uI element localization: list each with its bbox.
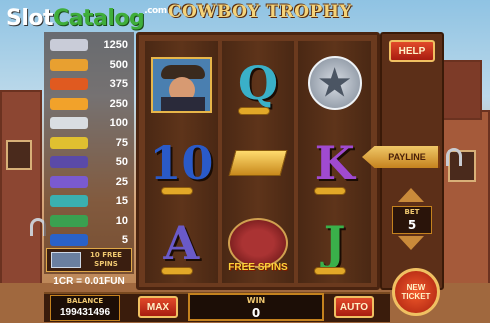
paytable-row: 5 [44, 231, 134, 249]
sheriff-icon [151, 57, 212, 113]
coins-icon [161, 187, 193, 195]
free-spins-label: 10 FREE SPINS [90, 251, 122, 268]
reel-3: ★ K J [298, 41, 372, 283]
jack-icon [50, 195, 88, 207]
paytable-value: 15 [115, 195, 128, 207]
logo-catalog-text: Catalog [53, 6, 145, 31]
reel-2: Q FREE SPINS [221, 41, 295, 283]
sheriff-icon [50, 39, 88, 51]
ace-icon [50, 136, 88, 149]
paytable-value: 75 [115, 136, 128, 149]
badge-icon [50, 58, 88, 71]
bet-value: 5 [407, 218, 417, 232]
queen-icon [50, 175, 88, 188]
king-icon [50, 156, 88, 168]
paytable-row: 375 [44, 75, 134, 93]
paytable-value: 100 [109, 117, 128, 129]
ten-icon [50, 214, 88, 227]
symbol-letter: Q [224, 45, 293, 121]
paytable-value: 5 [121, 234, 128, 246]
symbol-letter: A [147, 205, 216, 281]
gold-bar-icon [228, 150, 288, 176]
paytable-row: 1250 [44, 36, 134, 54]
background-window [6, 140, 32, 170]
new-ticket-button[interactable]: NEW TICKET [392, 268, 440, 316]
logo-slot-text: Slot [6, 6, 54, 31]
balance-value: 199431496 [59, 307, 111, 318]
paytable-row: 500 [44, 56, 134, 74]
balance-display: BALANCE 199431496 [50, 295, 120, 321]
help-button[interactable]: HELP [389, 40, 435, 62]
symbol-letter: 10 [147, 125, 216, 201]
balance-label: BALANCE [66, 297, 104, 305]
free-spins-pay-row: 10 FREE SPINS [46, 248, 132, 272]
paytable-value: 375 [109, 78, 128, 90]
paytable-value: 10 [115, 214, 128, 227]
payline-button[interactable]: PAYLINE [362, 146, 440, 168]
reel-1: 10 A [145, 41, 218, 283]
coins-icon [237, 107, 270, 115]
paytable-value: 250 [109, 97, 128, 110]
paytable-row: 250 [44, 95, 134, 113]
paytable-row: 100 [44, 114, 134, 132]
background-building-left [0, 90, 42, 310]
bet-label: BET [404, 208, 420, 216]
max-bet-button[interactable]: MAX [138, 296, 178, 318]
paytable-row: 10 [44, 212, 134, 230]
nine-icon [50, 234, 88, 246]
reels: 10 A Q FREE SPINS ★ K J [145, 41, 372, 283]
symbol-letter: J [300, 205, 369, 281]
symbol-sheriff [147, 45, 216, 121]
horseshoe-icon [446, 148, 462, 166]
coins-icon [314, 187, 347, 195]
paytable-row: 75 [44, 134, 134, 152]
symbol-badge: ★ [300, 45, 369, 121]
bet-display: BET 5 [392, 206, 432, 234]
paytable-value: 500 [109, 58, 128, 71]
crossed-guns-icon [228, 218, 288, 268]
autoplay-button[interactable]: AUTO [334, 296, 374, 318]
paytable-value: 50 [115, 156, 128, 168]
free-spins-symbol-label: FREE SPINS [228, 262, 288, 273]
paytable-row: 15 [44, 192, 134, 210]
slotcatalog-logo: SlotCatalog.com [6, 6, 167, 31]
symbol-gold [224, 125, 293, 201]
credit-value-label: 1CR = 0.01FUN [53, 276, 125, 287]
scatter-icon [51, 252, 81, 268]
symbol-free-spins: FREE SPINS [224, 205, 293, 281]
gold-icon [50, 78, 88, 90]
win-label: WIN [246, 296, 266, 305]
game-title: COWBOY TROPHY [167, 2, 353, 22]
paytable-row: 50 [44, 153, 134, 171]
win-value: 0 [251, 306, 261, 320]
paytable-value: 1250 [103, 39, 128, 51]
coins-icon [161, 267, 193, 275]
guns-icon [50, 117, 88, 129]
win-display: WIN 0 [188, 293, 324, 321]
reel-frame: 10 A Q FREE SPINS ★ K J [136, 32, 380, 290]
coins-icon [314, 267, 347, 275]
horseshoe-icon [50, 97, 88, 110]
paytable-row: 25 [44, 173, 134, 191]
star-badge-icon: ★ [307, 56, 362, 110]
paytable: 1250 500 375 250 100 75 50 25 15 10 5 [44, 32, 134, 274]
paytable-value: 25 [115, 175, 128, 188]
symbol-letter: K [300, 125, 369, 201]
